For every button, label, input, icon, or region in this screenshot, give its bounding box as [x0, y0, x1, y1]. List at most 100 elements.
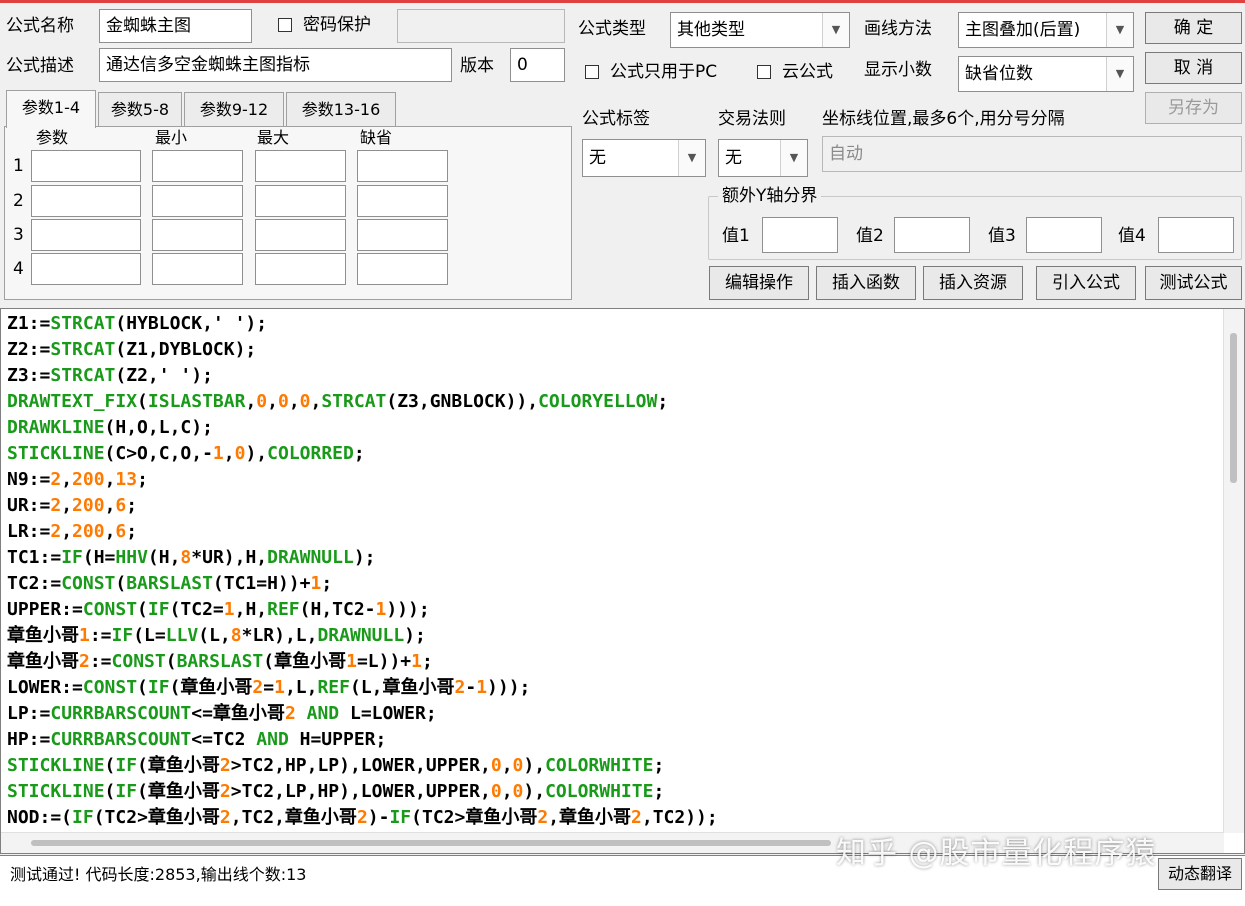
edit-operations-button[interactable]: 编辑操作 — [709, 266, 809, 300]
chevron-down-icon[interactable]: ▼ — [822, 13, 849, 47]
insert-function-button[interactable]: 插入函数 — [816, 266, 916, 300]
code-line[interactable]: LR:=2,200,6; — [7, 521, 137, 542]
code-line[interactable]: N9:=2,200,13; — [7, 469, 148, 490]
insert-resource-button[interactable]: 插入资源 — [923, 266, 1023, 300]
formula-name-label: 公式名称 — [6, 16, 74, 36]
param-1-default-input[interactable] — [357, 150, 448, 182]
code-line[interactable]: HP:=CURRBARSCOUNT<=TC2 AND H=UPPER; — [7, 729, 386, 750]
chevron-down-icon[interactable]: ▼ — [1106, 13, 1133, 47]
value-3-input[interactable] — [1026, 217, 1102, 253]
value-2-label: 值2 — [856, 226, 884, 246]
password-label: 密码保护 — [303, 15, 371, 35]
trade-rule-select[interactable]: 无 ▼ — [718, 139, 808, 177]
value-4-input[interactable] — [1158, 217, 1234, 253]
formula-desc-label: 公式描述 — [6, 56, 74, 76]
dynamic-translate-button[interactable]: 动态翻译 — [1158, 858, 1242, 890]
vertical-scroll-thumb[interactable] — [1230, 333, 1237, 483]
trade-rule-label: 交易法则 — [718, 109, 786, 129]
code-line[interactable]: UPPER:=CONST(IF(TC2=1,H,REF(H,TC2-1))); — [7, 599, 430, 620]
code-line[interactable]: STICKLINE(IF(章鱼小哥2>TC2,LP,HP),LOWER,UPPE… — [7, 781, 664, 802]
code-editor[interactable]: Z1:=STRCAT(HYBLOCK,' '); Z2:=STRCAT(Z1,D… — [0, 308, 1245, 854]
param-row-number: 2 — [13, 191, 24, 211]
param-row-number: 1 — [13, 156, 24, 176]
password-checkbox[interactable] — [278, 18, 292, 32]
version-label: 版本 — [460, 56, 494, 76]
param-3-name-input[interactable] — [31, 219, 141, 251]
param-1-name-input[interactable] — [31, 150, 141, 182]
formula-tag-select[interactable]: 无 ▼ — [582, 139, 706, 177]
decimals-label: 显示小数 — [864, 60, 932, 80]
code-line[interactable]: STICKLINE(IF(章鱼小哥2>TC2,HP,LP),LOWER,UPPE… — [7, 755, 664, 776]
param-1-min-input[interactable] — [152, 150, 243, 182]
code-line[interactable]: Z1:=STRCAT(HYBLOCK,' '); — [7, 313, 267, 334]
chevron-down-icon[interactable]: ▼ — [1106, 57, 1133, 91]
value-2-input[interactable] — [894, 217, 970, 253]
horizontal-scroll-thumb[interactable] — [31, 840, 831, 846]
decimals-select[interactable]: 缺省位数 ▼ — [958, 56, 1134, 92]
param-2-min-input[interactable] — [152, 185, 243, 217]
param-header-max: 最大 — [257, 128, 290, 147]
code-text[interactable]: Z1:=STRCAT(HYBLOCK,' '); Z2:=STRCAT(Z1,D… — [7, 311, 718, 831]
import-formula-button[interactable]: 引入公式 — [1036, 266, 1136, 300]
cancel-button[interactable]: 取 消 — [1145, 52, 1242, 84]
tab-params-5-8[interactable]: 参数5-8 — [98, 92, 182, 126]
password-input[interactable] — [397, 9, 565, 43]
value-1-input[interactable] — [762, 217, 838, 253]
param-4-max-input[interactable] — [255, 253, 346, 285]
draw-method-value: 主图叠加(后置) — [965, 20, 1081, 40]
vertical-scrollbar[interactable] — [1223, 309, 1244, 833]
param-header-min: 最小 — [155, 128, 188, 147]
param-2-default-input[interactable] — [357, 185, 448, 217]
value-1-label: 值1 — [722, 226, 750, 246]
formula-desc-input[interactable]: 通达信多空金蜘蛛主图指标 — [99, 48, 452, 82]
param-3-min-input[interactable] — [152, 219, 243, 251]
param-row-number: 3 — [13, 225, 24, 245]
param-4-min-input[interactable] — [152, 253, 243, 285]
extra-y-axis-title: 额外Y轴分界 — [718, 181, 822, 211]
draw-method-select[interactable]: 主图叠加(后置) ▼ — [958, 12, 1134, 48]
param-1-max-input[interactable] — [255, 150, 346, 182]
version-input[interactable]: 0 — [510, 48, 565, 82]
status-message: 测试通过! 代码长度:2853,输出线个数:13 — [10, 865, 307, 884]
code-line[interactable]: Z3:=STRCAT(Z2,' '); — [7, 365, 213, 386]
code-line[interactable]: TC1:=IF(H=HHV(H,8*UR),H,DRAWNULL); — [7, 547, 376, 568]
pc-only-checkbox[interactable] — [585, 65, 599, 79]
cloud-label: 云公式 — [782, 62, 833, 82]
param-2-name-input[interactable] — [31, 185, 141, 217]
axis-position-input[interactable]: 自动 — [822, 136, 1242, 172]
param-4-name-input[interactable] — [31, 253, 141, 285]
tab-params-9-12[interactable]: 参数9-12 — [184, 92, 284, 126]
save-as-button[interactable]: 另存为 — [1145, 92, 1242, 124]
cloud-checkbox[interactable] — [757, 65, 771, 79]
chevron-down-icon[interactable]: ▼ — [678, 140, 705, 176]
param-4-default-input[interactable] — [357, 253, 448, 285]
tab-params-13-16[interactable]: 参数13-16 — [286, 92, 396, 126]
formula-tag-value: 无 — [589, 148, 606, 168]
tab-params-1-4[interactable]: 参数1-4 — [6, 90, 96, 128]
param-header-default: 缺省 — [360, 128, 393, 147]
chevron-down-icon[interactable]: ▼ — [780, 140, 807, 176]
code-line[interactable]: LOWER:=CONST(IF(章鱼小哥2=1,L,REF(L,章鱼小哥2-1)… — [7, 677, 530, 698]
decimals-value: 缺省位数 — [965, 64, 1033, 84]
draw-method-label: 画线方法 — [864, 19, 932, 39]
watermark: 知乎 @股市量化程序猿 — [836, 836, 1157, 871]
code-line[interactable]: 章鱼小哥1:=IF(L=LLV(L,8*LR),L,DRAWNULL); — [7, 625, 426, 646]
value-3-label: 值3 — [988, 226, 1016, 246]
param-2-max-input[interactable] — [255, 185, 346, 217]
code-line[interactable]: UR:=2,200,6; — [7, 495, 137, 516]
formula-type-select[interactable]: 其他类型 ▼ — [670, 12, 850, 48]
code-line[interactable]: NOD:=(IF(TC2>章鱼小哥2,TC2,章鱼小哥2)-IF(TC2>章鱼小… — [7, 807, 718, 828]
code-line[interactable]: LP:=CURRBARSCOUNT<=章鱼小哥2 AND L=LOWER; — [7, 703, 437, 724]
code-line[interactable]: 章鱼小哥2:=CONST(BARSLAST(章鱼小哥1=L))+1; — [7, 651, 433, 672]
ok-button[interactable]: 确 定 — [1145, 12, 1242, 44]
test-formula-button[interactable]: 测试公式 — [1145, 266, 1242, 300]
formula-name-input[interactable]: 金蜘蛛主图 — [99, 9, 252, 43]
code-line[interactable]: Z2:=STRCAT(Z1,DYBLOCK); — [7, 339, 256, 360]
axis-position-label: 坐标线位置,最多6个,用分号分隔 — [822, 109, 1065, 129]
code-line[interactable]: STICKLINE(C>O,C,O,-1,0),COLORRED; — [7, 443, 365, 464]
code-line[interactable]: DRAWKLINE(H,O,L,C); — [7, 417, 213, 438]
code-line[interactable]: TC2:=CONST(BARSLAST(TC1=H))+1; — [7, 573, 332, 594]
code-line[interactable]: DRAWTEXT_FIX(ISLASTBAR,0,0,0,STRCAT(Z3,G… — [7, 391, 668, 412]
param-3-max-input[interactable] — [255, 219, 346, 251]
param-3-default-input[interactable] — [357, 219, 448, 251]
